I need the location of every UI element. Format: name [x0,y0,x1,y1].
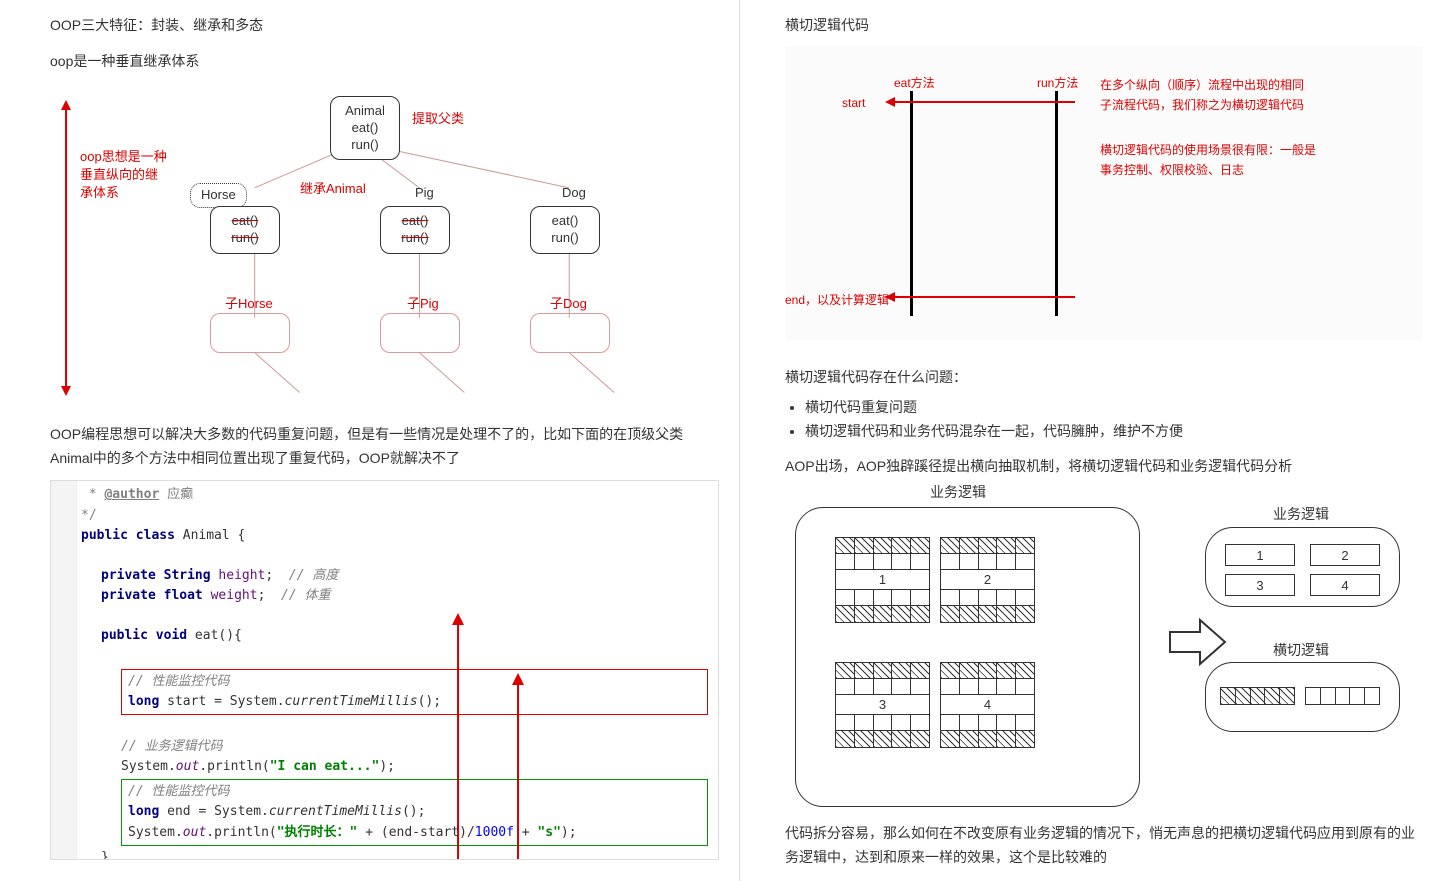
perf-box-1: // 性能监控代码 long start = System.currentTim… [121,669,708,715]
code-block: * @author 应癫 */ public class Animal { pr… [50,480,719,860]
inherit-animal-label: 继承Animal [300,178,366,197]
block-1: 1 [835,537,930,623]
sub-pig-label: 子Pig [407,293,439,312]
dog-node: eat() run() [530,206,600,254]
footer-text: 代码拆分容易，那么如何在不改变原有业务逻辑的情况下，悄无声息的把横切逻辑代码应用… [785,822,1423,870]
oop-sidenote: oop思想是一种垂直纵向的继承体系 [80,148,170,203]
block-4: 4 [940,662,1035,748]
horse-label: Horse [190,183,247,208]
aop-intro: AOP出场，AOP独辟蹊径提出横向抽取机制，将横切逻辑代码和业务逻辑代码分析 [785,455,1423,477]
biz-title-left: 业务逻辑 [930,482,986,502]
oop-diagram: oop思想是一种垂直纵向的继承体系 Animal eat() run() [50,88,719,398]
aop-diagram: 业务逻辑 1 2 3 [785,482,1423,812]
oop-vertical: oop是一种垂直继承体系 [50,50,719,72]
sub-dog-label: 子Dog [550,293,587,312]
code-gutter [51,481,77,859]
hatch-strip [1220,687,1295,705]
dog-label: Dog [562,185,586,200]
start-label: start [842,96,865,110]
small-3: 3 [1225,574,1295,596]
pig-label: Pig [415,185,434,200]
oop-traits: OOP三大特征：封装、继承和多态 [50,14,719,36]
block-3: 3 [835,662,930,748]
list-item: 横切逻辑代码和业务代码混杂在一起，代码臃肿，维护不方便 [805,421,1423,441]
animal-node: Animal eat() run() [330,96,400,161]
end-label: end，以及计算逻辑 [785,291,889,308]
problem-title: 横切逻辑代码存在什么问题： [785,366,1423,388]
sub-horse-label: 子Horse [225,293,273,312]
vertical-arrow-icon [65,108,67,388]
sub-horse-node [210,313,290,353]
pig-node: eat() run() [380,206,450,254]
plain-strip [1305,687,1380,705]
horse-node: eat() run() [210,206,280,254]
sub-dog-node [530,313,610,353]
sub-pig-node [380,313,460,353]
small-4: 4 [1310,574,1380,596]
cross-title: 横切逻辑代码 [785,14,1423,36]
run-label: run方法 [1037,74,1078,91]
cross-title-right: 横切逻辑 [1273,640,1329,660]
small-1: 1 [1225,544,1295,566]
small-2: 2 [1310,544,1380,566]
biz-title-right: 业务逻辑 [1273,504,1329,524]
block-2: 2 [940,537,1035,623]
cross-diagram: eat方法 run方法 start end，以及计算逻辑 在多个纵向（顺序）流程… [785,46,1423,341]
big-arrow-icon [1165,612,1230,672]
oop-paragraph: OOP编程思想可以解决大多数的代码重复问题，但是有一些情况是处理不了的，比如下面… [50,423,719,471]
cross-note-1: 在多个纵向（顺序）流程中出现的相同子流程代码，我们称之为横切逻辑代码 [1100,76,1310,114]
extract-parent-label: 提取父类 [412,108,464,127]
eat-label: eat方法 [894,74,935,91]
cross-note-2: 横切逻辑代码的使用场景很有限：一般是事务控制、权限校验、日志 [1100,141,1320,179]
perf-box-2: // 性能监控代码 long end = System.currentTimeM… [121,779,708,845]
list-item: 横切代码重复问题 [805,397,1423,417]
problem-list: 横切代码重复问题 横切逻辑代码和业务代码混杂在一起，代码臃肿，维护不方便 [805,397,1423,441]
